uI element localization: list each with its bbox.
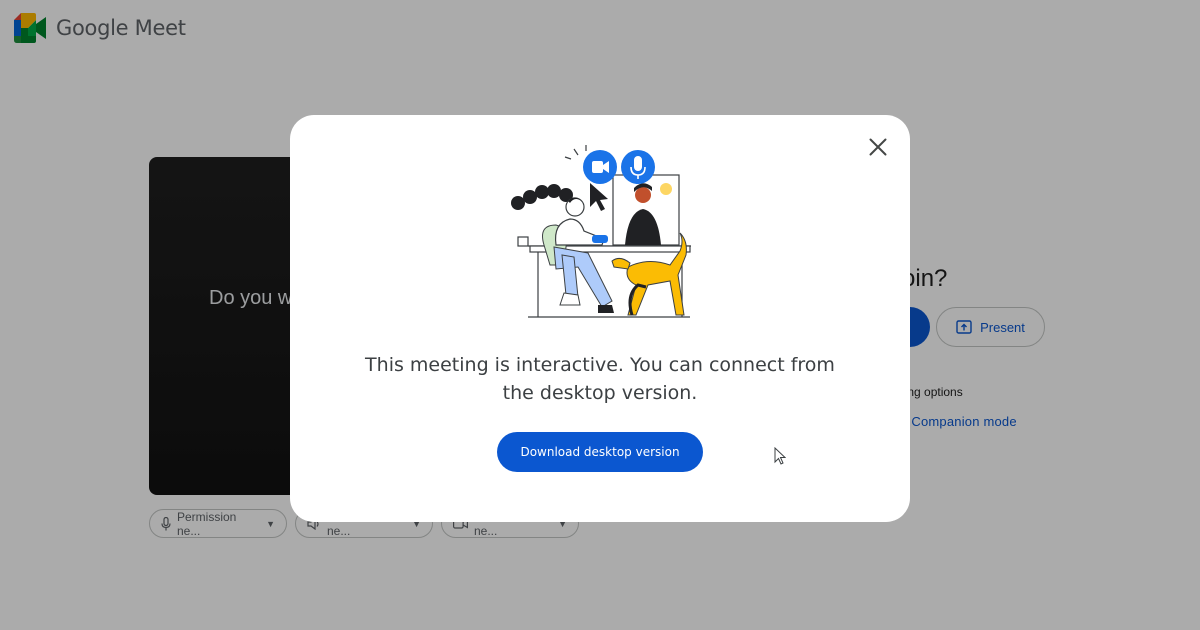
download-desktop-button[interactable]: Download desktop version	[497, 432, 703, 472]
mouse-cursor-icon	[774, 447, 786, 465]
desktop-version-dialog: This meeting is interactive. You can con…	[290, 115, 910, 522]
people-video-call-illustration	[511, 145, 691, 318]
dialog-close-button[interactable]	[864, 133, 892, 161]
close-icon	[869, 138, 887, 156]
dialog-message: This meeting is interactive. You can con…	[365, 354, 835, 404]
